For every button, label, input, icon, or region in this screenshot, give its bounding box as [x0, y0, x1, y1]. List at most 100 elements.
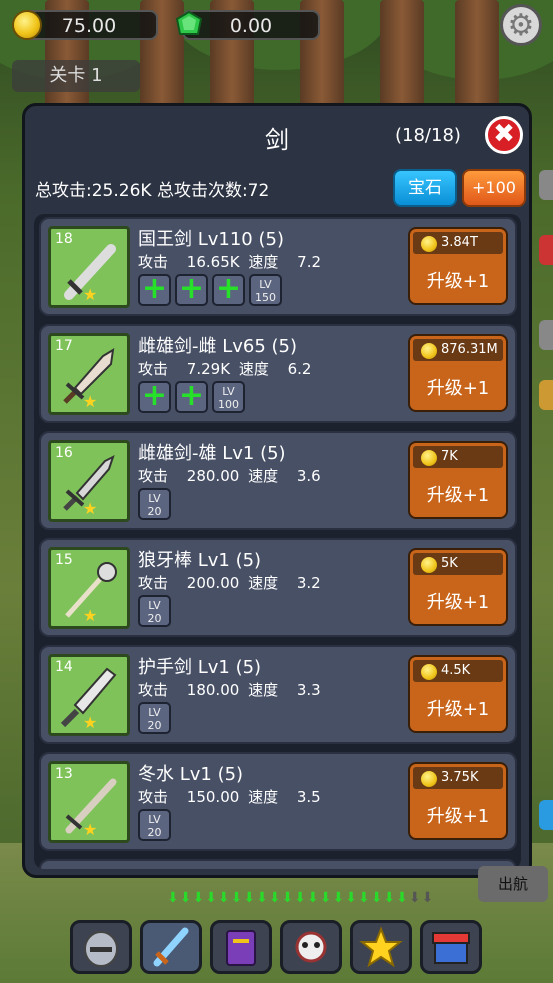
plus-100-button[interactable]: +100 [462, 169, 526, 207]
upgrade-button[interactable]: 4.5K 升级+1 [408, 655, 508, 733]
shop-icon[interactable] [420, 920, 482, 974]
weapon-list[interactable]: 18 ★ 国王剑 Lv110 (5) 攻击 16.65K 速度 7.2 + + + L… [34, 214, 521, 869]
upgrade-cost-value: 876.31M [441, 342, 498, 357]
attack-label: 攻击 [138, 360, 169, 378]
speed-label: 速度 [248, 467, 279, 485]
star-icon[interactable] [350, 920, 412, 974]
weapon-row[interactable]: 16 ★ 雌雄剑-雄 Lv1 (5) 攻击 280.00 速度 3.6 LV 2… [39, 431, 517, 530]
coin-icon [421, 557, 437, 573]
attack-label: 攻击 [138, 788, 169, 806]
add-gem-slot-button[interactable]: + [138, 274, 171, 306]
stage-label: 关卡 1 [12, 60, 140, 92]
upgrade-label: 升级+1 [426, 485, 490, 506]
weapon-name: 雌雄剑-雄 Lv1 (5) [138, 443, 286, 464]
weapon-thumbnail[interactable]: 17 ★ [48, 333, 130, 415]
upgrade-cost: 876.31M [413, 339, 503, 361]
weapon-row[interactable]: 18 ★ 国王剑 Lv110 (5) 攻击 16.65K 速度 7.2 + + + L… [39, 217, 517, 316]
attack-value: 180.00 [186, 681, 240, 699]
weapon-row[interactable]: 15 ★ 狼牙棒 Lv1 (5) 攻击 200.00 速度 3.2 LV 20 … [39, 538, 517, 637]
upgrade-label: 升级+1 [426, 271, 490, 292]
sword-icon[interactable] [140, 920, 202, 974]
upgrade-cost-value: 3.75K [441, 770, 479, 785]
weapon-thumbnail[interactable]: 13 ★ [48, 761, 130, 843]
star-icon: ★ [83, 820, 98, 839]
attack-value: 16.65K [186, 253, 240, 271]
weapon-thumbnail[interactable]: 16 ★ [48, 440, 130, 522]
attack-label: 攻击 [138, 467, 169, 485]
attack-stats: 总攻击:25.26K 总攻击次数:72 [35, 181, 270, 201]
weapon-name: 狼牙棒 Lv1 (5) [138, 550, 262, 571]
add-gem-slot-button[interactable]: + [175, 274, 208, 306]
speed-value: 7.2 [297, 253, 322, 271]
upgrade-label: 升级+1 [426, 378, 490, 399]
attack-label: 攻击 [138, 253, 169, 271]
bottom-tab-bar [70, 920, 482, 976]
spellbook-icon[interactable] [210, 920, 272, 974]
level-cap-badge: LV 100 [212, 381, 245, 413]
attack-value: 280.00 [186, 467, 240, 485]
add-gem-slot-button[interactable]: + [175, 381, 208, 413]
upgrade-button[interactable]: 876.31M 升级+1 [408, 334, 508, 412]
level-cap-badge: LV 20 [138, 595, 171, 627]
weapon-row-partial [39, 859, 517, 869]
upgrade-button[interactable]: 3.84T 升级+1 [408, 227, 508, 305]
speed-label: 速度 [248, 788, 279, 806]
settings-gear-icon[interactable]: ⚙ [500, 4, 542, 46]
upgrade-cost: 3.84T [413, 232, 503, 254]
close-button[interactable]: ✖ [485, 116, 523, 154]
coin-icon [421, 343, 437, 359]
weapon-thumbnail[interactable]: 18 ★ [48, 226, 130, 308]
coin-icon [421, 450, 437, 466]
weapon-attributes: 攻击 280.00 速度 3.6 [138, 465, 321, 486]
weapon-name: 国王剑 Lv110 (5) [138, 229, 284, 250]
exit-button[interactable]: 出航 [478, 866, 548, 902]
progress-arrows: ⬇⬇⬇⬇⬇⬇⬇⬇⬇⬇⬇⬇⬇⬇⬇⬇⬇⬇⬇⬇⬇ [167, 890, 435, 906]
weapon-attributes: 攻击 150.00 速度 3.5 [138, 786, 321, 807]
weapon-name: 冬水 Lv1 (5) [138, 764, 244, 785]
level-cap-badge: LV 20 [138, 488, 171, 520]
weapon-attributes: 攻击 180.00 速度 3.3 [138, 679, 321, 700]
attack-value: 200.00 [186, 574, 240, 592]
weapon-attributes: 攻击 7.29K 速度 6.2 [138, 358, 311, 379]
attack-label: 攻击 [138, 574, 169, 592]
speed-label: 速度 [238, 360, 269, 378]
level-cap-badge: LV 150 [249, 274, 282, 306]
weapon-count: (18/18) [395, 125, 461, 146]
coin-icon [421, 664, 437, 680]
skull-icon[interactable] [280, 920, 342, 974]
level-cap-badge: LV 20 [138, 809, 171, 841]
upgrade-cost: 3.75K [413, 767, 503, 789]
upgrade-cost: 7K [413, 446, 503, 468]
speed-label: 速度 [248, 681, 279, 699]
weapon-row[interactable]: 17 ★ 雌雄剑-雌 Lv65 (5) 攻击 7.29K 速度 6.2 + + LV… [39, 324, 517, 423]
helmet-icon[interactable] [70, 920, 132, 974]
speed-label: 速度 [248, 253, 279, 271]
upgrade-button[interactable]: 5K 升级+1 [408, 548, 508, 626]
weapon-row[interactable]: 14 ★ 护手剑 Lv1 (5) 攻击 180.00 速度 3.3 LV 20 … [39, 645, 517, 744]
coin-icon [421, 771, 437, 787]
star-icon: ★ [83, 606, 98, 625]
weapon-thumbnail[interactable]: 14 ★ [48, 654, 130, 736]
speed-value: 3.5 [296, 788, 321, 806]
upgrade-cost-value: 4.5K [441, 663, 471, 678]
speed-value: 3.2 [296, 574, 321, 592]
speed-value: 3.3 [296, 681, 321, 699]
speed-value: 3.6 [296, 467, 321, 485]
weapon-attributes: 攻击 200.00 速度 3.2 [138, 572, 321, 593]
attack-label: 攻击 [138, 681, 169, 699]
upgrade-button[interactable]: 7K 升级+1 [408, 441, 508, 519]
weapon-attributes: 攻击 16.65K 速度 7.2 [138, 251, 321, 272]
gem-button[interactable]: 宝石 [393, 169, 457, 207]
upgrade-button[interactable]: 3.75K 升级+1 [408, 762, 508, 840]
weapon-thumbnail[interactable]: 15 ★ [48, 547, 130, 629]
speed-value: 6.2 [287, 360, 312, 378]
weapon-name: 雌雄剑-雌 Lv65 (5) [138, 336, 298, 357]
add-gem-slot-button[interactable]: + [212, 274, 245, 306]
star-icon: ★ [83, 713, 98, 732]
attack-value: 7.29K [186, 360, 231, 378]
upgrade-cost-value: 7K [441, 449, 458, 464]
add-gem-slot-button[interactable]: + [138, 381, 171, 413]
upgrade-label: 升级+1 [426, 806, 490, 827]
coin-icon [12, 10, 42, 40]
weapon-row[interactable]: 13 ★ 冬水 Lv1 (5) 攻击 150.00 速度 3.5 LV 20 3… [39, 752, 517, 851]
